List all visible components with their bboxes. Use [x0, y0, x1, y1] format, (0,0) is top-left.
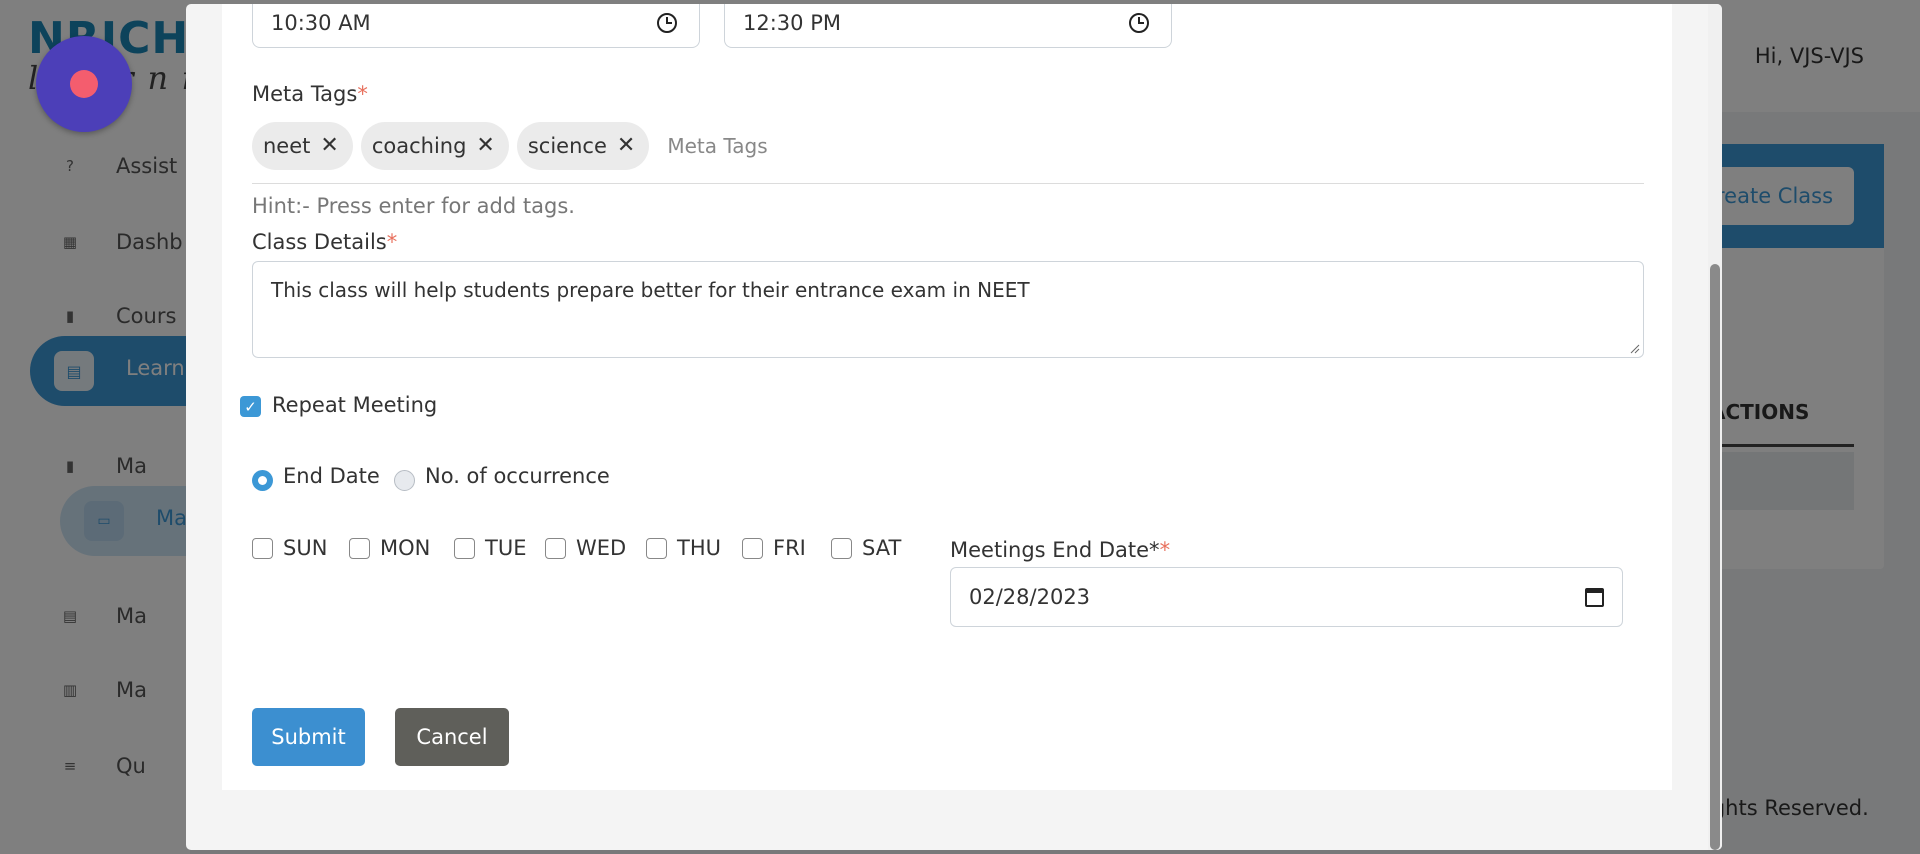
- day-label: TUE: [485, 536, 527, 560]
- record-icon: [70, 70, 98, 98]
- start-time-value: 10:30 AM: [271, 10, 371, 35]
- day-label: SAT: [862, 536, 902, 560]
- modal-scrollbar[interactable]: [1708, 4, 1722, 850]
- meta-tags-label: Meta Tags*: [252, 82, 368, 106]
- tag-chip: science ✕: [516, 122, 650, 170]
- day-label: FRI: [773, 536, 806, 560]
- cancel-button[interactable]: Cancel: [395, 708, 509, 766]
- create-class-modal: 10:30 AM 12:30 PM Meta Tags* neet ✕ coac…: [186, 4, 1722, 850]
- checkbox[interactable]: [831, 537, 852, 559]
- day-checkbox-thu[interactable]: THU: [646, 536, 721, 560]
- class-details-label: Class Details*: [252, 230, 398, 254]
- end-time-value: 12:30 PM: [743, 10, 841, 35]
- required-mark: *: [1159, 538, 1171, 562]
- checkbox[interactable]: [252, 537, 273, 559]
- repeat-meeting-checkbox[interactable]: ✓: [240, 396, 261, 417]
- record-fab-button[interactable]: [36, 36, 132, 132]
- clock-icon[interactable]: [1129, 12, 1149, 33]
- checkbox[interactable]: [349, 537, 370, 559]
- tag-chip: coaching ✕: [360, 122, 509, 170]
- submit-button[interactable]: Submit: [252, 708, 365, 766]
- end-date-radio-label[interactable]: End Date: [283, 464, 380, 488]
- occurrence-radio[interactable]: [394, 470, 415, 491]
- meta-tags-input[interactable]: [657, 122, 1058, 170]
- meta-tags-field: neet ✕ coaching ✕ science ✕: [252, 122, 1644, 184]
- repeat-meeting-label[interactable]: Repeat Meeting: [272, 393, 437, 417]
- close-icon[interactable]: ✕: [320, 135, 338, 157]
- checkbox[interactable]: [646, 537, 667, 559]
- start-time-input[interactable]: 10:30 AM: [252, 4, 700, 48]
- day-checkbox-fri[interactable]: FRI: [742, 536, 806, 560]
- end-date-radio[interactable]: [252, 470, 273, 491]
- day-label: SUN: [283, 536, 328, 560]
- day-label: THU: [677, 536, 721, 560]
- calendar-icon[interactable]: [1585, 587, 1604, 607]
- tag-label: neet: [263, 134, 311, 158]
- meetings-end-date-value: 02/28/2023: [969, 585, 1091, 609]
- required-mark: *: [357, 82, 368, 106]
- occurrence-radio-label[interactable]: No. of occurrence: [425, 464, 610, 488]
- day-checkbox-sat[interactable]: SAT: [831, 536, 901, 560]
- close-icon[interactable]: ✕: [476, 135, 494, 157]
- tag-chip: neet ✕: [252, 122, 353, 170]
- resize-grip-icon[interactable]: [1628, 342, 1640, 354]
- day-label: MON: [380, 536, 431, 560]
- required-mark: *: [386, 230, 398, 254]
- day-checkbox-tue[interactable]: TUE: [454, 536, 526, 560]
- class-details-textarea[interactable]: This class will help students prepare be…: [252, 261, 1644, 358]
- checkbox[interactable]: [545, 537, 566, 559]
- meetings-end-date-input[interactable]: 02/28/2023: [950, 567, 1623, 627]
- end-time-input[interactable]: 12:30 PM: [724, 4, 1172, 48]
- meta-tags-hint: Hint:- Press enter for add tags.: [252, 194, 575, 218]
- scrollbar-thumb[interactable]: [1710, 264, 1720, 850]
- clock-icon[interactable]: [657, 12, 677, 33]
- checkbox[interactable]: [454, 537, 475, 559]
- tag-label: coaching: [371, 134, 467, 158]
- tag-label: science: [527, 134, 607, 158]
- checkbox[interactable]: [742, 537, 763, 559]
- close-icon[interactable]: ✕: [617, 135, 635, 157]
- day-checkbox-sun[interactable]: SUN: [252, 536, 327, 560]
- modal-form: 10:30 AM 12:30 PM Meta Tags* neet ✕ coac…: [222, 4, 1672, 790]
- day-label: WED: [576, 536, 627, 560]
- day-checkbox-wed[interactable]: WED: [545, 536, 626, 560]
- day-checkbox-mon[interactable]: MON: [349, 536, 430, 560]
- meetings-end-date-label: Meetings End Date**: [950, 538, 1171, 562]
